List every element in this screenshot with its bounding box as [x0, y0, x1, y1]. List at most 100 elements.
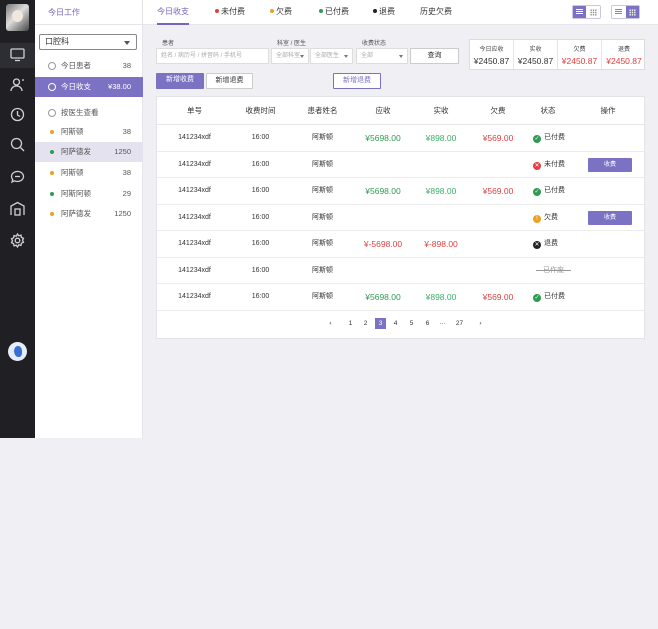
- table-row: 141234xdf 16:00 阿斯顿 ✕ 未付费 收费: [157, 152, 644, 178]
- cell-due: ¥-5698.00: [363, 239, 403, 249]
- tab-dot: [373, 9, 377, 13]
- workspace-title: 今日工作: [35, 0, 142, 25]
- tab-dot: [215, 9, 219, 13]
- cell-id: 141234xdf: [178, 134, 211, 141]
- list-view-icon[interactable]: [573, 6, 586, 18]
- status-label: 欠费: [544, 213, 558, 221]
- cell-due: [356, 205, 410, 231]
- cell-status: ✓ 已付费: [533, 178, 565, 204]
- doctor-status-dot: [50, 150, 54, 154]
- workspace-item-count: ¥38.00: [108, 82, 131, 91]
- building-icon[interactable]: [9, 200, 26, 217]
- cell-name: 阿斯顿: [312, 134, 333, 141]
- gear-icon[interactable]: [9, 232, 26, 249]
- pagination: ‹ 1 2 3 4 5 6 ··· 27 ›: [157, 314, 644, 334]
- patient-search-input[interactable]: 姓名 / 病历号 / 拼音码 / 手机号: [156, 48, 269, 64]
- status-filter-label: 收费状态: [362, 41, 387, 47]
- tab-refund[interactable]: 退费: [373, 0, 395, 25]
- summary-due: 今日应收 ¥2450.87: [470, 40, 514, 69]
- status-label: 已付费: [544, 187, 565, 194]
- cell-id: 141234xdf: [178, 160, 211, 168]
- yen-icon: [48, 83, 56, 91]
- tab-label: 今日收支: [157, 7, 189, 16]
- patient-icon: [48, 62, 56, 70]
- doctor-item[interactable]: 阿萨德发 1250: [35, 204, 143, 224]
- col-header-id: 单号: [187, 106, 202, 115]
- charge-button[interactable]: 收费: [588, 157, 632, 172]
- grid-view-icon[interactable]: [626, 6, 639, 18]
- summary-value: ¥2450.87: [517, 56, 554, 66]
- cell-time: 16:00: [251, 187, 270, 194]
- page-2[interactable]: 2: [360, 318, 371, 329]
- chat-icon[interactable]: [9, 168, 26, 185]
- table-row: 141234xdf 16:00 阿斯顿 —已作废—: [157, 258, 644, 284]
- cell-due: ¥5698.00: [365, 186, 401, 196]
- tab-owe[interactable]: 欠费: [270, 0, 292, 25]
- cell-status: ✓ 已付费: [533, 125, 565, 151]
- new-charge-button[interactable]: 新增收费: [156, 73, 204, 89]
- dept-filter-label: 科室 / 医生: [277, 41, 307, 47]
- cell-paid: ¥-898.00: [424, 239, 458, 249]
- clock-icon[interactable]: [9, 106, 26, 123]
- cell-owe: ¥569.00: [482, 133, 514, 143]
- workspace-item-income[interactable]: 今日收支 ¥38.00: [35, 77, 143, 97]
- chevron-left-icon[interactable]: ‹: [325, 318, 336, 329]
- view-toggle-secondary: [611, 5, 640, 19]
- doctor-item[interactable]: 阿萨德发 1250: [35, 142, 143, 162]
- workspace-item-patients[interactable]: 今日患者 38: [35, 56, 143, 76]
- department-value: 口腔科: [45, 37, 69, 46]
- chevron-down-icon: [124, 41, 130, 45]
- avatar[interactable]: [6, 4, 29, 31]
- col-header-action: 操作: [600, 106, 616, 115]
- summary-value: ¥2450.87: [606, 56, 642, 66]
- cell-time: 16:00: [251, 240, 270, 247]
- col-header-owe: 欠费: [490, 106, 506, 115]
- doctor-count: 29: [122, 189, 131, 198]
- user-icon[interactable]: [9, 76, 26, 93]
- tab-today-income[interactable]: 今日收支: [157, 0, 189, 25]
- tab-unpaid[interactable]: 未付费: [215, 0, 245, 25]
- doctor-item[interactable]: 阿斯阿顿 29: [35, 184, 143, 204]
- tab-paid[interactable]: 已付费: [319, 0, 349, 25]
- page-5[interactable]: 5: [406, 318, 417, 329]
- status-select[interactable]: 全部: [356, 48, 408, 64]
- tab-history-owe[interactable]: 历史欠费: [420, 0, 452, 25]
- dept-value: 全部科室: [276, 53, 301, 59]
- doctor-section-label: 按医生查看: [61, 108, 99, 117]
- doctor-item[interactable]: 阿斯顿 38: [35, 163, 143, 183]
- app-logo-icon[interactable]: [8, 342, 27, 361]
- doctor-select[interactable]: 全部医生: [310, 48, 353, 64]
- chevron-right-icon[interactable]: ›: [475, 318, 486, 329]
- workspace-item-label: 今日患者: [61, 61, 91, 70]
- tab-label: 未付费: [221, 7, 245, 16]
- doctor-name: 阿萨德发: [61, 147, 91, 156]
- cell-name: 阿斯顿: [312, 293, 333, 300]
- page-6[interactable]: 6: [422, 318, 433, 329]
- eye-icon: [48, 109, 56, 117]
- new-refund-button-outline[interactable]: 新增退费: [333, 73, 381, 89]
- page-4[interactable]: 4: [390, 318, 401, 329]
- page-27[interactable]: 27: [454, 318, 465, 329]
- doctor-name: 阿萨德发: [61, 209, 91, 218]
- list-view-icon[interactable]: [612, 6, 625, 18]
- doctor-item[interactable]: 阿斯顿 38: [35, 122, 143, 142]
- monitor-icon[interactable]: [9, 46, 26, 63]
- dept-select[interactable]: 全部科室: [271, 48, 309, 64]
- check-circle-icon: ✓: [533, 135, 541, 143]
- summary-box: 今日应收 ¥2450.87 实收 ¥2450.87 欠费 ¥2450.87 退费…: [469, 39, 645, 70]
- grid-view-icon[interactable]: [587, 6, 600, 18]
- doctor-count: 1250: [114, 147, 131, 156]
- doctor-status-dot: [50, 192, 54, 196]
- summary-refund: 退费 ¥2450.87: [602, 40, 646, 69]
- search-icon[interactable]: [9, 136, 26, 153]
- cell-owe: [472, 152, 524, 178]
- charge-button[interactable]: 收费: [588, 210, 632, 225]
- check-circle-icon: ✓: [533, 188, 541, 196]
- new-refund-button[interactable]: 新增退费: [206, 73, 253, 89]
- page-1[interactable]: 1: [345, 318, 356, 329]
- page-3[interactable]: 3: [375, 318, 386, 329]
- query-button[interactable]: 查询: [410, 48, 459, 64]
- department-select[interactable]: 口腔科: [39, 34, 137, 50]
- doctor-count: 38: [122, 168, 131, 177]
- cell-id: 141234xdf: [178, 266, 211, 274]
